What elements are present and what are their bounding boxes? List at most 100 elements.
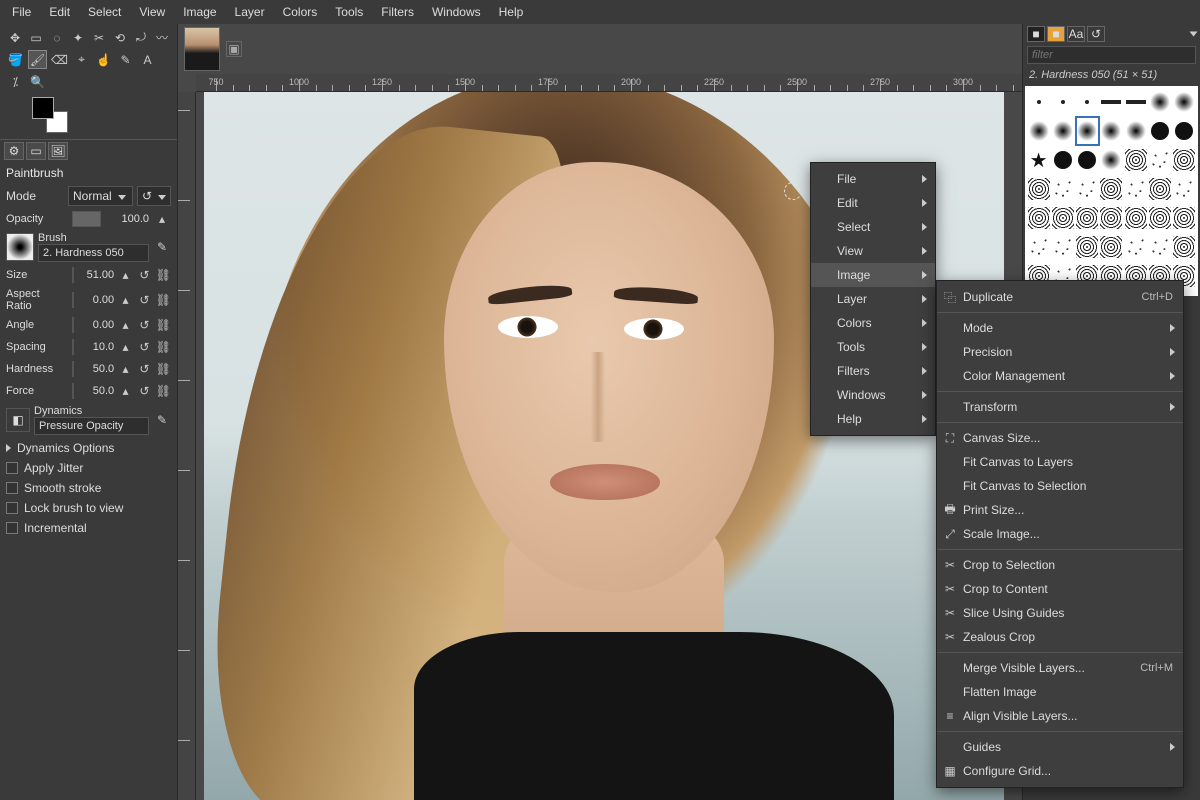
- zoom-tool-icon[interactable]: 🔍: [28, 72, 47, 91]
- reset-icon[interactable]: ↺: [137, 360, 152, 378]
- brush-filter-input[interactable]: [1027, 46, 1196, 64]
- brush-edit-icon[interactable]: ✎: [153, 238, 171, 256]
- menu-tools[interactable]: Tools: [327, 1, 371, 23]
- ctx-item-colors[interactable]: Colors: [811, 311, 935, 335]
- brush-cell[interactable]: [1027, 175, 1050, 203]
- brush-cell[interactable]: [1027, 117, 1050, 145]
- ctx-item-edit[interactable]: Edit: [811, 191, 935, 215]
- brush-cell[interactable]: [1076, 117, 1099, 145]
- reset-icon[interactable]: ↺: [137, 338, 152, 356]
- link-icon[interactable]: ⛓: [156, 338, 171, 356]
- spinner-icon[interactable]: ▴: [118, 316, 133, 334]
- submenu-item-configure-grid-[interactable]: ▦Configure Grid...: [937, 759, 1183, 783]
- brush-cell[interactable]: [1124, 88, 1147, 116]
- menu-filters[interactable]: Filters: [373, 1, 422, 23]
- brush-cell[interactable]: [1148, 233, 1171, 261]
- ctx-item-layer[interactable]: Layer: [811, 287, 935, 311]
- device-status-tab-icon[interactable]: ▭: [26, 142, 46, 160]
- ctx-item-tools[interactable]: Tools: [811, 335, 935, 359]
- submenu-item-flatten-image[interactable]: Flatten Image: [937, 680, 1183, 704]
- brush-cell[interactable]: [1100, 88, 1123, 116]
- clone-tool-icon[interactable]: ⌖: [72, 50, 91, 69]
- spinner-icon[interactable]: ▴: [153, 210, 171, 228]
- submenu-item-scale-image-[interactable]: ⤢Scale Image...: [937, 522, 1183, 546]
- brush-cell[interactable]: [1027, 233, 1050, 261]
- menu-windows[interactable]: Windows: [424, 1, 489, 23]
- reset-icon[interactable]: ↺: [137, 291, 152, 309]
- submenu-item-align-visible-layers-[interactable]: ≡Align Visible Layers...: [937, 704, 1183, 728]
- link-icon[interactable]: ⛓: [156, 266, 171, 284]
- mode-reset-button[interactable]: ↺: [137, 186, 171, 206]
- checkbox[interactable]: [6, 462, 18, 474]
- brush-cell[interactable]: [1148, 175, 1171, 203]
- crop-tool-icon[interactable]: ✂: [90, 28, 108, 47]
- brush-cell[interactable]: [1124, 204, 1147, 232]
- menu-select[interactable]: Select: [80, 1, 129, 23]
- warp-tool-icon[interactable]: 〰: [153, 28, 171, 47]
- text-tool-icon[interactable]: A: [138, 50, 157, 69]
- link-icon[interactable]: ⛓: [156, 316, 171, 334]
- images-tab-icon[interactable]: 🖼: [48, 142, 68, 160]
- brush-cell[interactable]: [1076, 88, 1099, 116]
- brush-cell[interactable]: [1051, 204, 1074, 232]
- reset-icon[interactable]: ↺: [137, 382, 152, 400]
- slider-spacing[interactable]: [72, 339, 74, 355]
- submenu-item-transform[interactable]: Transform: [937, 395, 1183, 419]
- dynamics-icon[interactable]: ◧: [6, 408, 30, 432]
- ctx-item-help[interactable]: Help: [811, 407, 935, 431]
- brush-cell[interactable]: [1124, 146, 1147, 174]
- menu-file[interactable]: File: [4, 1, 39, 23]
- spinner-icon[interactable]: ▴: [118, 291, 133, 309]
- smudge-tool-icon[interactable]: ☝: [94, 50, 113, 69]
- dynamics-options-expander[interactable]: Dynamics Options: [0, 438, 177, 458]
- slider-force[interactable]: [72, 383, 74, 399]
- brushes-tab-icon[interactable]: ■: [1027, 26, 1045, 42]
- submenu-item-print-size-[interactable]: 🖶Print Size...: [937, 498, 1183, 522]
- spinner-icon[interactable]: ▴: [118, 266, 133, 284]
- menu-image[interactable]: Image: [175, 1, 224, 23]
- brush-cell[interactable]: [1124, 117, 1147, 145]
- brush-cell[interactable]: [1051, 175, 1074, 203]
- dock-menu-icon[interactable]: [1187, 32, 1200, 37]
- brush-cell[interactable]: [1076, 146, 1099, 174]
- brush-cell[interactable]: [1173, 146, 1196, 174]
- slider-aspect-ratio[interactable]: [72, 292, 74, 308]
- brush-cell[interactable]: [1076, 175, 1099, 203]
- brush-cell[interactable]: [1100, 204, 1123, 232]
- close-tab-icon[interactable]: ▣: [226, 41, 242, 57]
- document-tab[interactable]: [184, 27, 220, 71]
- ctx-item-file[interactable]: File: [811, 167, 935, 191]
- spinner-icon[interactable]: ▴: [118, 360, 133, 378]
- spinner-icon[interactable]: ▴: [118, 382, 133, 400]
- brush-grid[interactable]: ★: [1025, 86, 1198, 296]
- brush-cell[interactable]: [1173, 204, 1196, 232]
- checkbox[interactable]: [6, 522, 18, 534]
- brush-cell[interactable]: [1173, 88, 1196, 116]
- opacity-slider[interactable]: [72, 211, 101, 227]
- submenu-item-slice-using-guides[interactable]: ✂Slice Using Guides: [937, 601, 1183, 625]
- unified-transform-tool-icon[interactable]: ⟲: [111, 28, 129, 47]
- checkbox[interactable]: [6, 482, 18, 494]
- ctx-item-view[interactable]: View: [811, 239, 935, 263]
- brush-cell[interactable]: [1051, 117, 1074, 145]
- submenu-item-color-management[interactable]: Color Management: [937, 364, 1183, 388]
- ctx-item-select[interactable]: Select: [811, 215, 935, 239]
- foreground-color-swatch[interactable]: [32, 97, 54, 119]
- link-icon[interactable]: ⛓: [156, 382, 171, 400]
- brush-cell[interactable]: ★: [1027, 146, 1050, 174]
- reset-icon[interactable]: ↺: [137, 316, 152, 334]
- history-tab-icon[interactable]: ↺: [1087, 26, 1105, 42]
- brush-cell[interactable]: [1148, 146, 1171, 174]
- submenu-item-merge-visible-layers-[interactable]: Merge Visible Layers...Ctrl+M: [937, 656, 1183, 680]
- eraser-tool-icon[interactable]: ⌫: [50, 50, 69, 69]
- ctx-item-filters[interactable]: Filters: [811, 359, 935, 383]
- brush-cell[interactable]: [1051, 88, 1074, 116]
- ctx-item-windows[interactable]: Windows: [811, 383, 935, 407]
- menu-view[interactable]: View: [131, 1, 173, 23]
- brush-cell[interactable]: [1100, 233, 1123, 261]
- move-tool-icon[interactable]: ✥: [6, 28, 24, 47]
- spinner-icon[interactable]: ▴: [118, 338, 133, 356]
- dynamics-select[interactable]: Pressure Opacity: [34, 417, 149, 435]
- brush-cell[interactable]: [1148, 88, 1171, 116]
- submenu-item-zealous-crop[interactable]: ✂Zealous Crop: [937, 625, 1183, 649]
